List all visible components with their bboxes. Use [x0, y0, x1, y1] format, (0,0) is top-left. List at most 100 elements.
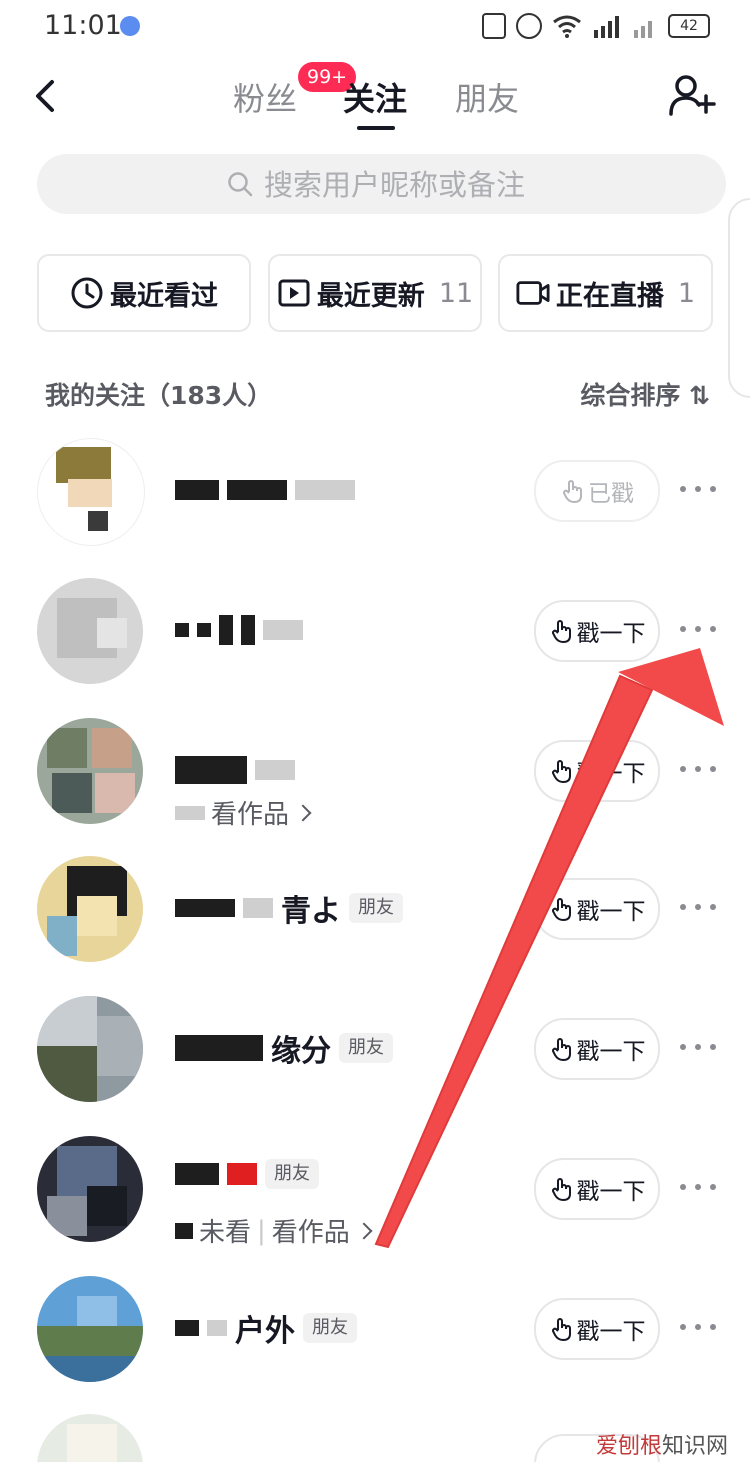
unwatched-label: 未看 — [199, 1218, 252, 1248]
poke-button[interactable]: 戳一下 — [534, 600, 660, 662]
view-works-link[interactable]: 看作品 — [272, 1212, 350, 1249]
user-name: 缘分 朋友 — [175, 1030, 393, 1069]
wifi-icon — [553, 15, 581, 38]
tab-fans[interactable]: 粉丝 — [233, 74, 297, 120]
hand-tap-icon — [551, 1178, 571, 1201]
poke-label: 戳一下 — [576, 1039, 646, 1065]
user-name — [175, 752, 295, 788]
filter-live-now[interactable]: 正在直播 1 — [498, 254, 713, 332]
more-icon[interactable] — [680, 1324, 716, 1332]
tab-friends[interactable]: 朋友 — [455, 74, 519, 120]
user-name — [175, 612, 303, 648]
nfc-icon — [482, 13, 506, 39]
battery-icon: 42 — [668, 14, 710, 38]
hand-tap-icon — [551, 620, 571, 643]
sort-icon: ⇅ — [689, 381, 710, 410]
poke-button[interactable]: 戳一下 — [534, 740, 660, 802]
avatar[interactable] — [37, 1414, 143, 1462]
hand-tap-icon — [563, 480, 582, 503]
side-drawer-handle[interactable] — [728, 198, 750, 398]
filter-recently-viewed[interactable]: 最近看过 — [37, 254, 251, 332]
friend-tag: 朋友 — [349, 893, 403, 923]
user-subtitle[interactable]: 未看 | 看作品 — [175, 1212, 373, 1249]
user-name — [175, 472, 355, 508]
status-bar: 11:01 42 — [0, 0, 750, 54]
signal-2-icon — [634, 21, 652, 38]
list-item[interactable]: 户外 朋友 戳一下 — [0, 1276, 750, 1416]
more-icon[interactable] — [680, 1044, 716, 1052]
status-time: 11:01 — [44, 10, 122, 41]
view-works-link[interactable]: 看作品 — [211, 794, 289, 831]
more-icon[interactable] — [680, 1184, 716, 1192]
play-square-icon — [278, 279, 310, 307]
user-subtitle[interactable]: 看作品 — [175, 794, 312, 831]
poke-label: 戳一下 — [576, 1319, 646, 1345]
search-input[interactable] — [262, 162, 666, 208]
poke-label: 已戳 — [588, 481, 634, 507]
user-name: 户外 朋友 — [175, 1310, 357, 1349]
filter-label: 正在直播 — [555, 280, 664, 312]
poke-button[interactable]: 已戳 — [534, 460, 660, 522]
filter-row: 最近看过 最近更新 11 正在直播 1 — [37, 254, 713, 332]
poke-label: 戳一下 — [576, 899, 646, 925]
list-item[interactable]: 青よ 朋友 戳一下 — [0, 856, 750, 996]
hand-tap-icon — [551, 1038, 571, 1061]
more-icon[interactable] — [680, 766, 716, 774]
poke-button[interactable]: 戳一下 — [534, 1298, 660, 1360]
list-item[interactable]: 看作品 戳一下 — [0, 718, 750, 858]
filter-count: 1 — [677, 277, 696, 309]
music-note-icon — [120, 16, 140, 36]
header: 粉丝 99+ 关注 朋友 — [0, 58, 750, 138]
tab-following[interactable]: 关注 — [343, 74, 407, 120]
back-arrow-icon[interactable] — [30, 78, 66, 114]
list-item[interactable]: 戳一下 — [0, 578, 750, 718]
user-name-text: 青よ — [281, 894, 341, 929]
friend-tag: 朋友 — [303, 1313, 357, 1343]
avatar[interactable] — [37, 1276, 143, 1382]
user-name-text: 户外 — [235, 1314, 295, 1349]
status-icons: 42 — [482, 12, 710, 40]
poke-button[interactable]: 戳一下 — [534, 878, 660, 940]
friend-tag: 朋友 — [265, 1159, 319, 1189]
more-icon[interactable] — [680, 626, 716, 634]
list-item[interactable]: 缘分 朋友 戳一下 — [0, 996, 750, 1136]
list-item[interactable]: 已戳 — [0, 438, 750, 578]
clock-icon — [71, 277, 103, 309]
more-icon[interactable] — [680, 486, 716, 494]
poke-label: 戳一下 — [576, 1179, 646, 1205]
sort-label: 综合排序 — [580, 381, 681, 410]
more-icon[interactable] — [680, 904, 716, 912]
avatar[interactable] — [37, 718, 143, 824]
following-count-title: 我的关注（183人） — [45, 381, 273, 410]
filter-count: 11 — [438, 277, 474, 309]
poke-button[interactable]: 戳一下 — [534, 1018, 660, 1080]
user-name: 青よ 朋友 — [175, 890, 403, 929]
sort-button[interactable]: 综合排序 ⇅ — [580, 376, 710, 412]
avatar[interactable] — [37, 1136, 143, 1242]
avatar[interactable] — [37, 996, 143, 1102]
tab-underline — [357, 126, 395, 130]
list-item[interactable]: 朋友 未看 | 看作品 戳一下 — [0, 1136, 750, 1276]
filter-recently-updated[interactable]: 最近更新 11 — [268, 254, 482, 332]
poke-button[interactable]: 戳一下 — [534, 1158, 660, 1220]
search-bar[interactable] — [37, 154, 726, 214]
hand-tap-icon — [551, 1318, 571, 1341]
avatar[interactable] — [37, 856, 143, 962]
video-camera-icon — [516, 281, 550, 305]
search-icon — [228, 172, 253, 197]
chevron-right-icon — [294, 804, 312, 821]
hand-tap-icon — [551, 760, 571, 783]
user-name-text: 缘分 — [271, 1034, 331, 1069]
watermark: 爱刨根知识网 — [595, 1434, 728, 1459]
user-name: 朋友 — [175, 1156, 319, 1192]
poke-label: 戳一下 — [576, 621, 646, 647]
poke-label: 戳一下 — [576, 761, 646, 787]
avatar[interactable] — [37, 578, 143, 684]
hand-tap-icon — [551, 898, 571, 921]
alarm-icon — [516, 13, 542, 39]
filter-label: 最近看过 — [110, 280, 218, 312]
signal-icon — [594, 16, 619, 38]
add-friend-icon[interactable] — [668, 74, 716, 118]
avatar[interactable] — [37, 438, 145, 546]
friend-tag: 朋友 — [339, 1033, 393, 1063]
